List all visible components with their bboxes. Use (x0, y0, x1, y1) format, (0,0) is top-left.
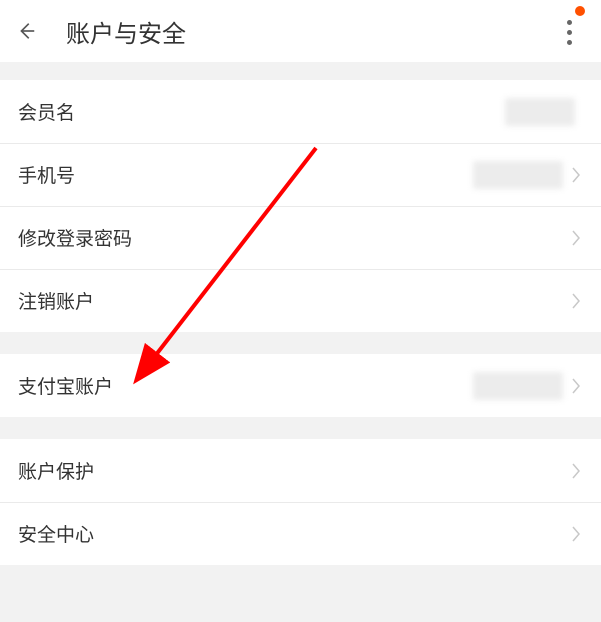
row-label: 账户保护 (18, 457, 94, 484)
settings-group-account: 会员名 手机号 修改登录密码 注销账户 (0, 80, 601, 332)
row-label: 安全中心 (18, 520, 94, 547)
row-deactivate-account[interactable]: 注销账户 (0, 269, 601, 332)
header-bar: 账户与安全 (0, 0, 601, 62)
row-member-name[interactable]: 会员名 (0, 80, 601, 143)
chevron-right-icon (571, 228, 583, 248)
row-label: 手机号 (18, 161, 75, 188)
row-label: 注销账户 (18, 287, 94, 314)
masked-value (473, 161, 563, 189)
divider (0, 62, 601, 80)
row-label: 支付宝账户 (18, 372, 113, 399)
divider (0, 332, 601, 354)
back-icon[interactable] (14, 19, 38, 43)
row-security-center[interactable]: 安全中心 (0, 502, 601, 565)
row-label: 修改登录密码 (18, 224, 132, 251)
row-change-password[interactable]: 修改登录密码 (0, 206, 601, 269)
settings-group-security: 账户保护 安全中心 (0, 439, 601, 565)
masked-value (505, 98, 575, 126)
row-account-protection[interactable]: 账户保护 (0, 439, 601, 502)
page-title: 账户与安全 (66, 14, 186, 49)
row-label: 会员名 (18, 98, 75, 125)
masked-value (473, 372, 563, 400)
divider (0, 417, 601, 439)
row-phone[interactable]: 手机号 (0, 143, 601, 206)
chevron-right-icon (571, 461, 583, 481)
chevron-right-icon (571, 524, 583, 544)
chevron-right-icon (571, 376, 583, 396)
row-alipay-account[interactable]: 支付宝账户 (0, 354, 601, 417)
chevron-right-icon (571, 291, 583, 311)
more-menu-icon[interactable] (559, 14, 579, 50)
chevron-right-icon (571, 165, 583, 185)
settings-group-alipay: 支付宝账户 (0, 354, 601, 417)
